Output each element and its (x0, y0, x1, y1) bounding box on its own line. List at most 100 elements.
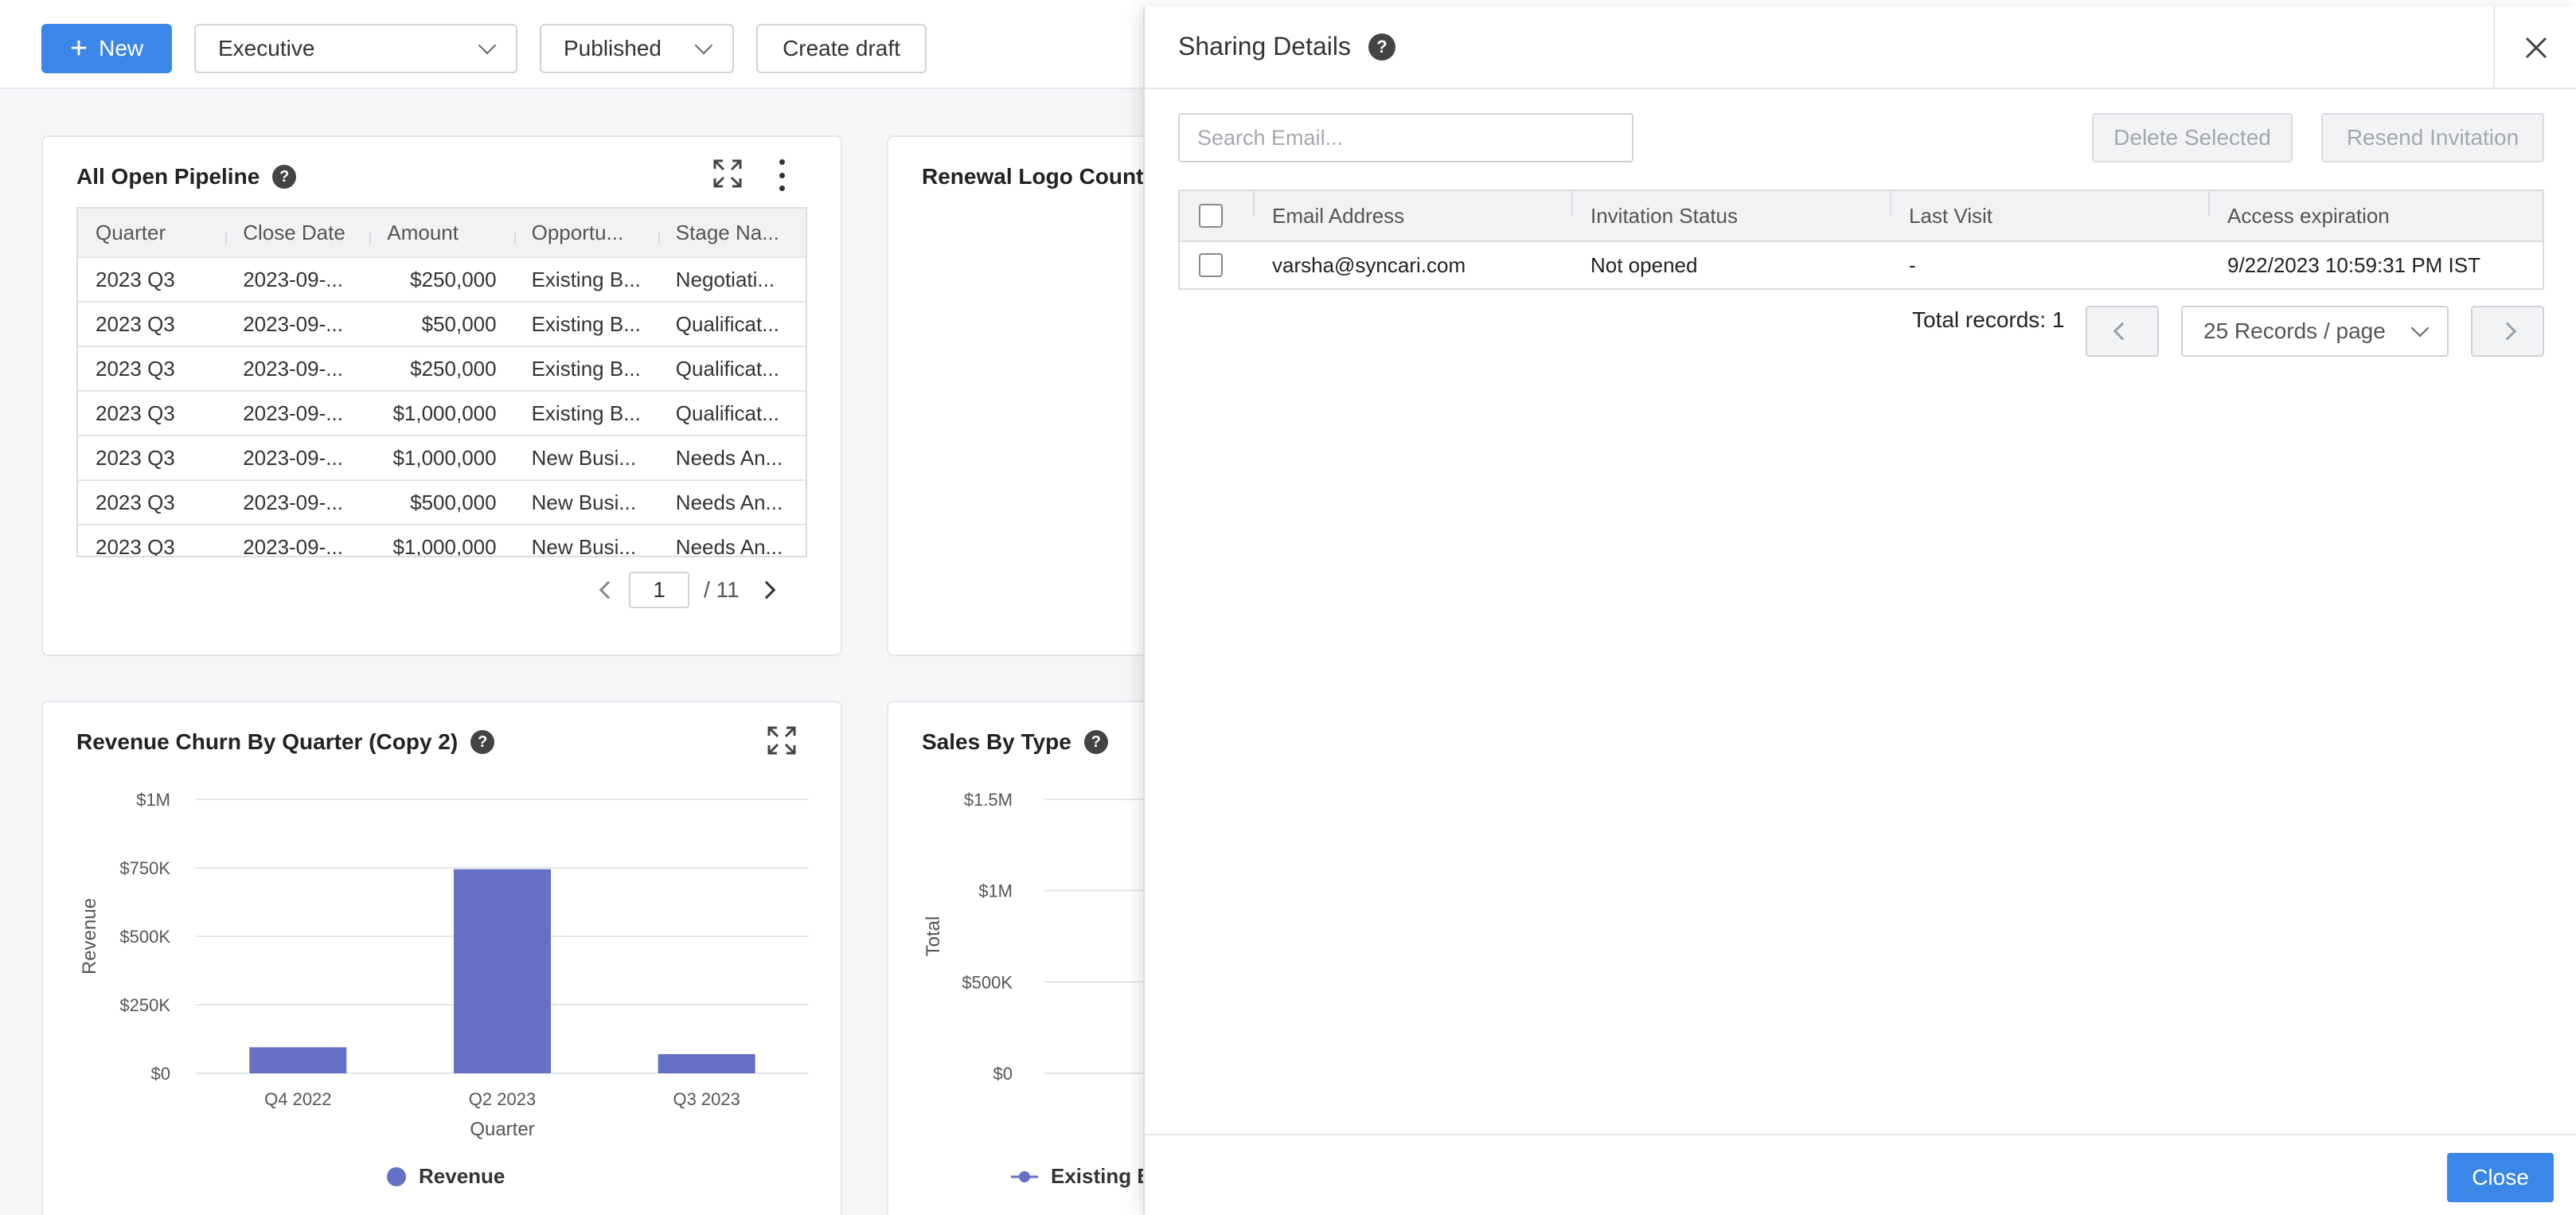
close-date-cell: 2023-09-... (243, 311, 343, 336)
last-visit-cell: - (1909, 252, 1916, 277)
stage-cell: Needs An... (675, 490, 783, 514)
legend-marker (1011, 1170, 1038, 1182)
close-date-cell: 2023-09-... (243, 445, 343, 470)
close-date-cell: 2023-09-... (243, 534, 343, 557)
stage-cell: Qualificat... (675, 400, 779, 425)
next-page-icon[interactable] (757, 580, 775, 600)
status-select[interactable]: Published (540, 24, 734, 73)
records-per-page-select[interactable]: 25 Records / page (2181, 306, 2449, 357)
y-tick-label: $0 (151, 1064, 170, 1084)
help-icon[interactable]: ? (272, 165, 297, 189)
chevron-down-icon (694, 36, 713, 55)
x-tick-label: Q2 2023 (469, 1089, 536, 1109)
table-row[interactable]: varsha@syncari.com Not opened - 9/22/202… (1180, 242, 2543, 288)
column-header[interactable]: Stage Na... (658, 221, 806, 245)
close-button[interactable]: Close (2447, 1153, 2554, 1202)
column-header[interactable]: Close Date (225, 221, 369, 245)
create-draft-button[interactable]: Create draft (756, 24, 927, 73)
panel-title-row: Sharing Details ? (1178, 32, 1395, 61)
y-tick-label: $250K (119, 995, 170, 1015)
legend-label: Revenue (419, 1164, 505, 1188)
stage-cell: Needs An... (675, 445, 783, 470)
x-tick-label: Q3 2023 (673, 1089, 740, 1109)
prev-page-button[interactable] (2086, 306, 2159, 357)
panel-header: Sharing Details ? (1145, 6, 2576, 89)
status-select-value: Published (564, 36, 662, 61)
quarter-cell: 2023 Q3 (96, 356, 175, 381)
y-tick-label: $750K (119, 858, 170, 878)
chevron-down-icon (478, 36, 497, 55)
y-tick-label: $0 (993, 1064, 1013, 1084)
resend-invitation-button[interactable]: Resend Invitation (2321, 113, 2544, 162)
opportunity-cell: Existing B... (531, 400, 641, 425)
opportunity-cell: Existing B... (531, 311, 641, 336)
stage-cell: Negotiati... (675, 267, 775, 291)
plus-icon: + (69, 32, 88, 65)
sharing-panel: Sharing Details ? Delete Selected Resend… (1143, 6, 2576, 1215)
prev-page-icon[interactable] (599, 580, 618, 600)
column-header[interactable]: Access expiration (2208, 190, 2543, 229)
column-header[interactable]: Quarter (78, 221, 225, 245)
new-button[interactable]: + New (41, 24, 172, 73)
column-header[interactable]: Amount (369, 221, 513, 245)
opportunity-cell: Existing B... (531, 356, 641, 381)
dashboard-select-value: Executive (218, 36, 315, 61)
opportunity-cell: New Busi... (531, 534, 637, 557)
legend-label: Existing B (1051, 1164, 1153, 1188)
row-checkbox[interactable] (1199, 253, 1223, 277)
sharing-table: Email Address Invitation Status Last Vis… (1178, 189, 2544, 290)
column-header[interactable]: Email Address (1253, 190, 1571, 229)
churn-card: Revenue Churn By Quarter (Copy 2) ? $0 $2… (41, 701, 842, 1215)
chevron-down-icon (2410, 318, 2430, 338)
total-pages: / 11 (704, 577, 740, 602)
panel-footer: Close (1145, 1134, 2576, 1215)
table-row[interactable]: 2023 Q3 2023-09-... $1,000,000 New Busi... N… (78, 436, 806, 481)
table-row[interactable]: 2023 Q3 2023-09-... $250,000 Existing B... Q… (78, 347, 806, 392)
legend-marker (387, 1166, 406, 1186)
amount-cell: $250,000 (410, 356, 497, 381)
amount-cell: $250,000 (410, 267, 497, 291)
pipeline-card: All Open Pipeline ? Quarter Close Date A… (41, 135, 842, 656)
quarter-cell: 2023 Q3 (96, 445, 175, 470)
delete-selected-button[interactable]: Delete Selected (2092, 113, 2293, 162)
select-all-checkbox[interactable] (1199, 204, 1223, 228)
next-page-button[interactable] (2471, 306, 2544, 357)
page-input[interactable]: 1 (629, 572, 689, 608)
column-header[interactable]: Last Visit (1890, 190, 2208, 229)
quarter-cell: 2023 Q3 (96, 534, 175, 557)
y-tick-label: $1.5M (964, 790, 1013, 810)
expand-icon[interactable] (713, 159, 742, 188)
amount-cell: $500,000 (410, 490, 497, 514)
dashboard-select[interactable]: Executive (194, 24, 517, 73)
close-date-cell: 2023-09-... (243, 356, 343, 381)
close-icon[interactable] (2493, 6, 2576, 89)
y-tick-label: $500K (119, 927, 170, 947)
records-per-page-value: 25 Records / page (2203, 318, 2386, 343)
chevron-left-icon (2113, 322, 2132, 341)
churn-legend[interactable]: Revenue (387, 1164, 505, 1189)
more-options-icon[interactable] (774, 159, 790, 191)
table-row[interactable]: 2023 Q3 2023-09-... $1,000,000 New Busi... N… (78, 525, 806, 557)
x-tick-label: Q4 2022 (264, 1089, 331, 1109)
panel-title: Sharing Details (1178, 32, 1351, 61)
quarter-cell: 2023 Q3 (96, 311, 175, 336)
amount-cell: $1,000,000 (392, 445, 497, 470)
opportunity-cell: New Busi... (531, 490, 637, 514)
search-email-input[interactable] (1178, 113, 1633, 162)
amount-cell: $1,000,000 (392, 534, 497, 557)
y-tick-label: $500K (962, 972, 1013, 992)
sales-legend[interactable]: Existing B (1011, 1164, 1152, 1189)
column-header[interactable]: Opportu... (513, 221, 658, 245)
email-cell: varsha@syncari.com (1272, 252, 1466, 277)
help-icon[interactable]: ? (1368, 33, 1395, 61)
table-row[interactable]: 2023 Q3 2023-09-... $50,000 Existing B... Qu… (78, 303, 806, 347)
chevron-right-icon (2498, 322, 2517, 341)
select-all-cell (1180, 204, 1253, 228)
column-header[interactable]: Invitation Status (1571, 190, 1890, 229)
table-header-row: Quarter Close Date Amount Opportu... Sta… (78, 209, 806, 258)
table-row[interactable]: 2023 Q3 2023-09-... $1,000,000 Existing B..… (78, 392, 806, 436)
table-row[interactable]: 2023 Q3 2023-09-... $500,000 New Busi... Nee… (78, 481, 806, 525)
opportunity-cell: Existing B... (531, 267, 641, 291)
table-row[interactable]: 2023 Q3 2023-09-... $250,000 Existing B... N… (78, 258, 806, 303)
pipeline-pager: 1 / 11 (599, 572, 775, 608)
